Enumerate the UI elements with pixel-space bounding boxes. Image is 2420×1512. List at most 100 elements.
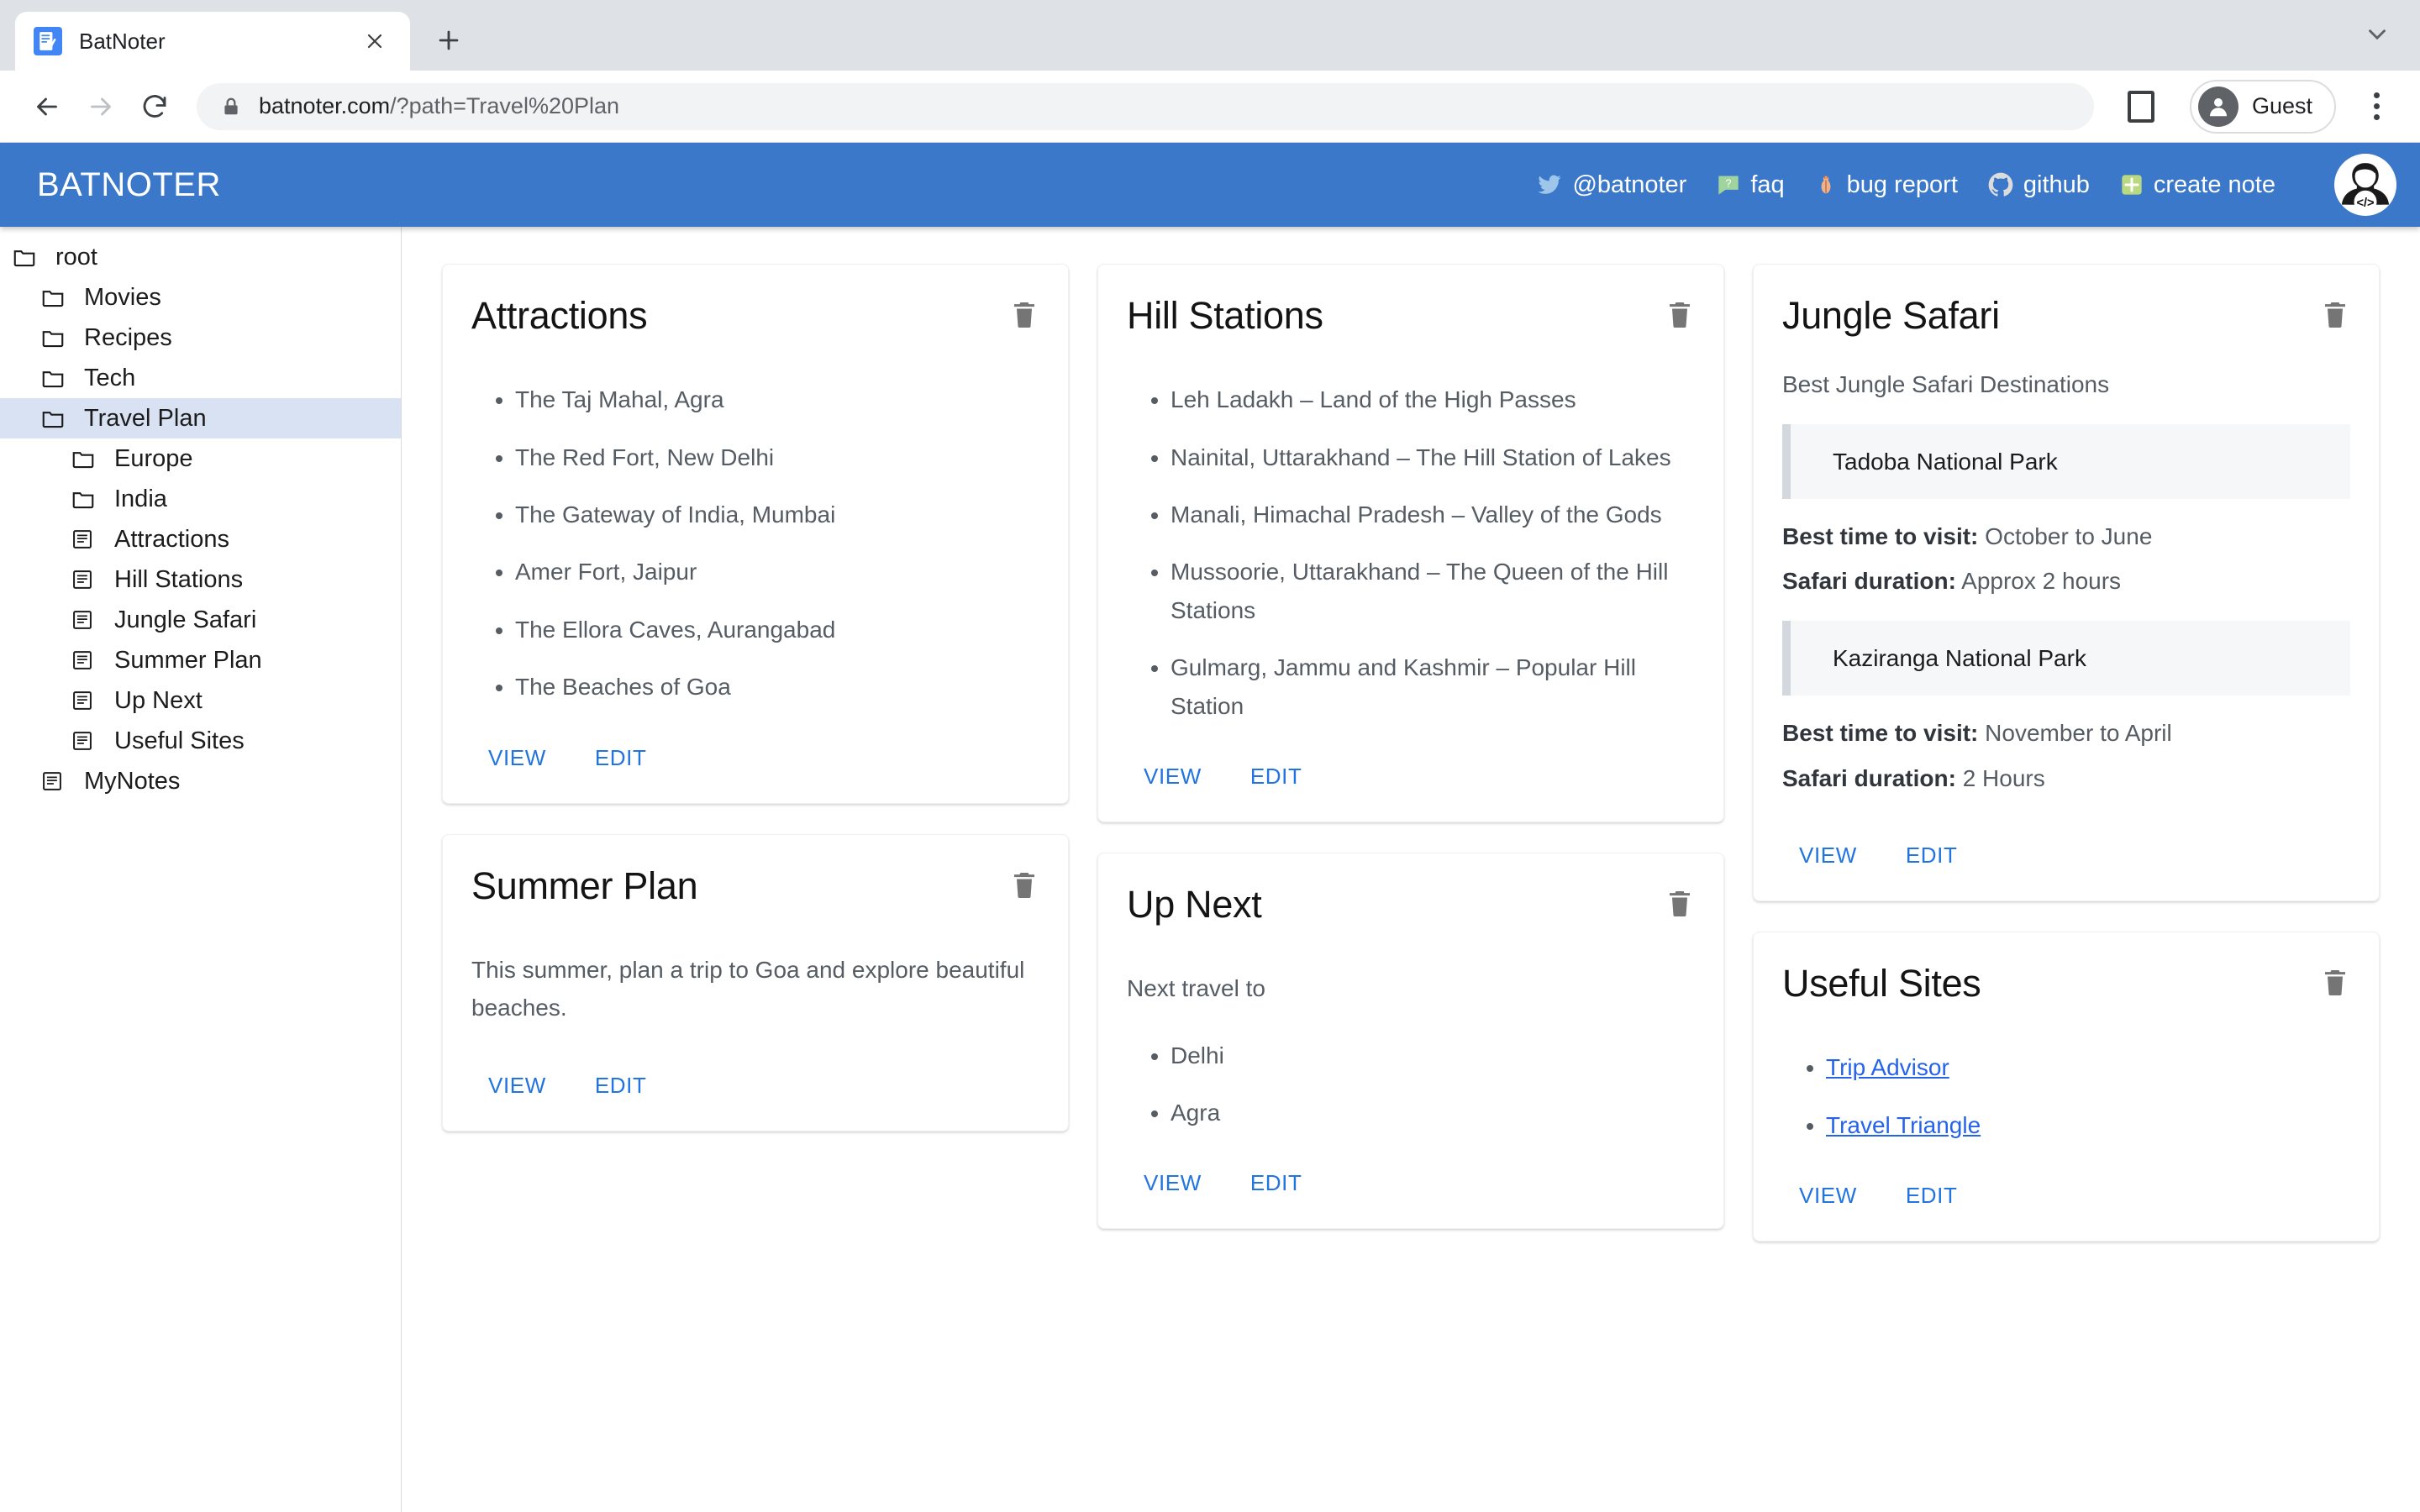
edit-button[interactable]: EDIT [578, 735, 664, 781]
list-item: Leh Ladakh – Land of the High Passes [1171, 381, 1695, 418]
list-item: Agra [1171, 1094, 1695, 1131]
sidebar-item-label: Travel Plan [84, 404, 207, 432]
note-card-header: Useful Sites [1782, 962, 2350, 1005]
app-brand[interactable]: BATNOTER [37, 166, 221, 204]
nav-link-faq[interactable]: ? faq [1717, 171, 1785, 199]
back-arrow-icon[interactable] [20, 80, 74, 134]
browser-tab[interactable]: BatNoter [15, 12, 410, 71]
sidebar-item-label: MyNotes [84, 767, 181, 795]
note-icon [71, 729, 99, 753]
trash-icon[interactable] [1009, 295, 1039, 334]
nav-link-github-label: github [2023, 171, 2090, 198]
tab-strip: BatNoter [0, 0, 2420, 71]
sidebar-item-movies[interactable]: Movies [0, 277, 401, 318]
note-card: Attractions The Taj Mahal, Agra The Red Fo… [442, 264, 1069, 804]
developer-avatar-icon[interactable]: </> [2334, 154, 2396, 216]
note-card-title: Attractions [471, 294, 648, 337]
sidebar-item-tech[interactable]: Tech [0, 358, 401, 398]
note-card: Hill Stations Leh Ladakh – Land of the Hi… [1097, 264, 1724, 822]
nav-link-create-note[interactable]: create note [2120, 171, 2275, 199]
sidebar-tree[interactable]: root Movies Recipes Tech Travel Plan Europe In… [0, 227, 402, 1512]
kebab-menu-icon[interactable] [2353, 83, 2400, 130]
note-card-header: Attractions [471, 294, 1039, 337]
notes-column-3: Jungle Safari Best Jungle Safari Destinat… [1753, 264, 2380, 1242]
sidebar-item-hill-stations[interactable]: Hill Stations [0, 559, 401, 600]
svg-text:</>: </> [2356, 197, 2374, 210]
duration-label: Safari duration: [1782, 764, 1956, 791]
view-button[interactable]: VIEW [471, 735, 563, 781]
sidebar-item-mynotes[interactable]: MyNotes [0, 761, 401, 801]
notes-column-2: Hill Stations Leh Ladakh – Land of the Hi… [1097, 264, 1724, 1230]
person-icon [2197, 86, 2238, 127]
view-button[interactable]: VIEW [1782, 1173, 1874, 1219]
edit-button[interactable]: EDIT [578, 1063, 664, 1109]
nav-link-create-note-label: create note [2153, 171, 2275, 198]
svg-text:?: ? [1726, 176, 1732, 189]
note-card-actions: VIEW EDIT [1127, 753, 1695, 822]
external-link[interactable]: Trip Advisor [1826, 1054, 1949, 1080]
notes-column-1: Attractions The Taj Mahal, Agra The Red Fo… [442, 264, 1069, 1131]
app-body: root Movies Recipes Tech Travel Plan Europe In… [0, 227, 2420, 1512]
trash-icon[interactable] [1665, 295, 1695, 334]
list-item[interactable]: Trip Advisor [1826, 1048, 2350, 1086]
address-bar[interactable]: batnoter.com/?path=Travel%20Plan [197, 82, 2094, 130]
view-button[interactable]: VIEW [471, 1063, 563, 1109]
edit-button[interactable]: EDIT [1889, 1173, 1975, 1219]
app-nav: @batnoter ? faq bug report github create… [1537, 154, 2396, 216]
nav-link-twitter[interactable]: @batnoter [1537, 171, 1686, 199]
note-card-actions: VIEW EDIT [1782, 1173, 2350, 1241]
sidebar-item-europe[interactable]: Europe [0, 438, 401, 479]
sidebar-item-jungle-safari[interactable]: Jungle Safari [0, 600, 401, 640]
view-button[interactable]: VIEW [1127, 753, 1218, 800]
sidebar-item-india[interactable]: India [0, 479, 401, 519]
notes-grid: Attractions The Taj Mahal, Agra The Red Fo… [402, 227, 2420, 1512]
trash-icon[interactable] [2320, 295, 2350, 334]
sidebar-item-label: Summer Plan [114, 646, 262, 674]
sidebar-item-summer-plan[interactable]: Summer Plan [0, 640, 401, 680]
sidebar-item-label: Useful Sites [114, 727, 245, 754]
sidebar-item-label: Up Next [114, 686, 203, 714]
park-blockquote: Tadoba National Park [1782, 423, 2350, 500]
close-icon[interactable] [358, 24, 392, 58]
sidebar-item-label: Europe [114, 444, 193, 472]
note-card-header: Hill Stations [1127, 294, 1695, 337]
sidebar-item-attractions[interactable]: Attractions [0, 519, 401, 559]
best-time-label: Best time to visit: [1782, 523, 1979, 550]
url-path: /?path=Travel%20Plan [390, 93, 620, 118]
nav-link-bug-report-label: bug report [1846, 171, 1958, 198]
sidebar-item-root[interactable]: root [0, 237, 401, 277]
chevron-down-icon[interactable] [2363, 20, 2391, 55]
note-card-title: Up Next [1127, 882, 1262, 926]
note-card: Summer Plan This summer, plan a trip to G… [442, 833, 1069, 1131]
view-button[interactable]: VIEW [1127, 1160, 1218, 1206]
edit-button[interactable]: EDIT [1234, 1160, 1319, 1206]
forward-arrow-icon [74, 80, 128, 134]
nav-link-bug-report[interactable]: bug report [1815, 171, 1958, 199]
folder-icon [40, 325, 69, 350]
edit-button[interactable]: EDIT [1889, 832, 1975, 879]
nav-link-github[interactable]: github [1988, 171, 2090, 199]
split-view-icon[interactable] [2114, 80, 2168, 134]
reload-icon[interactable] [128, 80, 182, 134]
park-blockquote: Kaziranga National Park [1782, 620, 2350, 696]
view-button[interactable]: VIEW [1782, 832, 1874, 879]
edit-button[interactable]: EDIT [1234, 753, 1319, 800]
toolbar-actions: Guest [2114, 79, 2400, 134]
sidebar-item-travel-plan[interactable]: Travel Plan [0, 398, 401, 438]
sidebar-item-useful-sites[interactable]: Useful Sites [0, 721, 401, 761]
new-tab-button[interactable] [425, 17, 472, 64]
list-item[interactable]: Travel Triangle [1826, 1106, 2350, 1144]
folder-icon [71, 486, 99, 512]
sidebar-item-recipes[interactable]: Recipes [0, 318, 401, 358]
profile-chip[interactable]: Guest [2189, 79, 2336, 134]
note-card-title: Jungle Safari [1782, 294, 2000, 337]
best-time-label: Best time to visit: [1782, 720, 1979, 747]
trash-icon[interactable] [1009, 865, 1039, 905]
trash-icon[interactable] [2320, 963, 2350, 1002]
external-link[interactable]: Travel Triangle [1826, 1112, 1981, 1138]
sidebar-item-up-next[interactable]: Up Next [0, 680, 401, 721]
sidebar-item-label: Attractions [114, 525, 229, 553]
trash-icon[interactable] [1665, 884, 1695, 923]
folder-icon [40, 406, 69, 431]
best-time-row: Best time to visit: October to June [1782, 517, 2350, 555]
